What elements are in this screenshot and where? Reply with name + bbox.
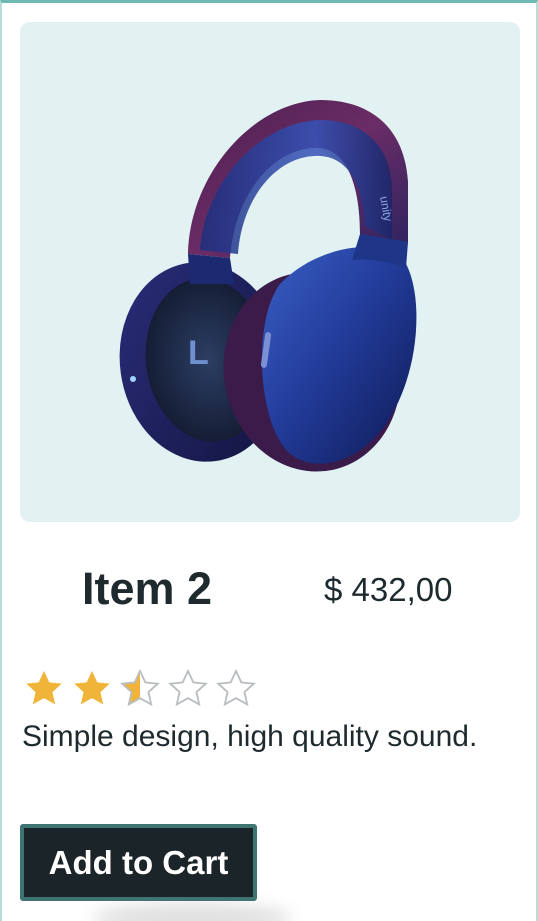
add-to-cart-button[interactable]: Add to Cart bbox=[20, 824, 257, 901]
star-icon-half bbox=[120, 668, 160, 707]
star-icon-filled bbox=[26, 671, 62, 705]
svg-text:L: L bbox=[188, 334, 209, 372]
star-icon-empty bbox=[168, 668, 208, 707]
product-image[interactable]: unity L bbox=[20, 22, 520, 522]
product-name: Item 2 bbox=[81, 563, 213, 614]
product-card: unity L Item 2 $ 432,00 Simple design, h… bbox=[0, 0, 538, 921]
product-description: Simple design, high quality sound. bbox=[22, 720, 478, 753]
star-icon-filled bbox=[74, 671, 110, 705]
headphones-image: unity L bbox=[119, 100, 417, 472]
rating-stars bbox=[22, 667, 258, 711]
product-price: $ 432,00 bbox=[324, 571, 453, 608]
button-shadow bbox=[92, 903, 292, 921]
star-icon-empty bbox=[216, 668, 256, 707]
